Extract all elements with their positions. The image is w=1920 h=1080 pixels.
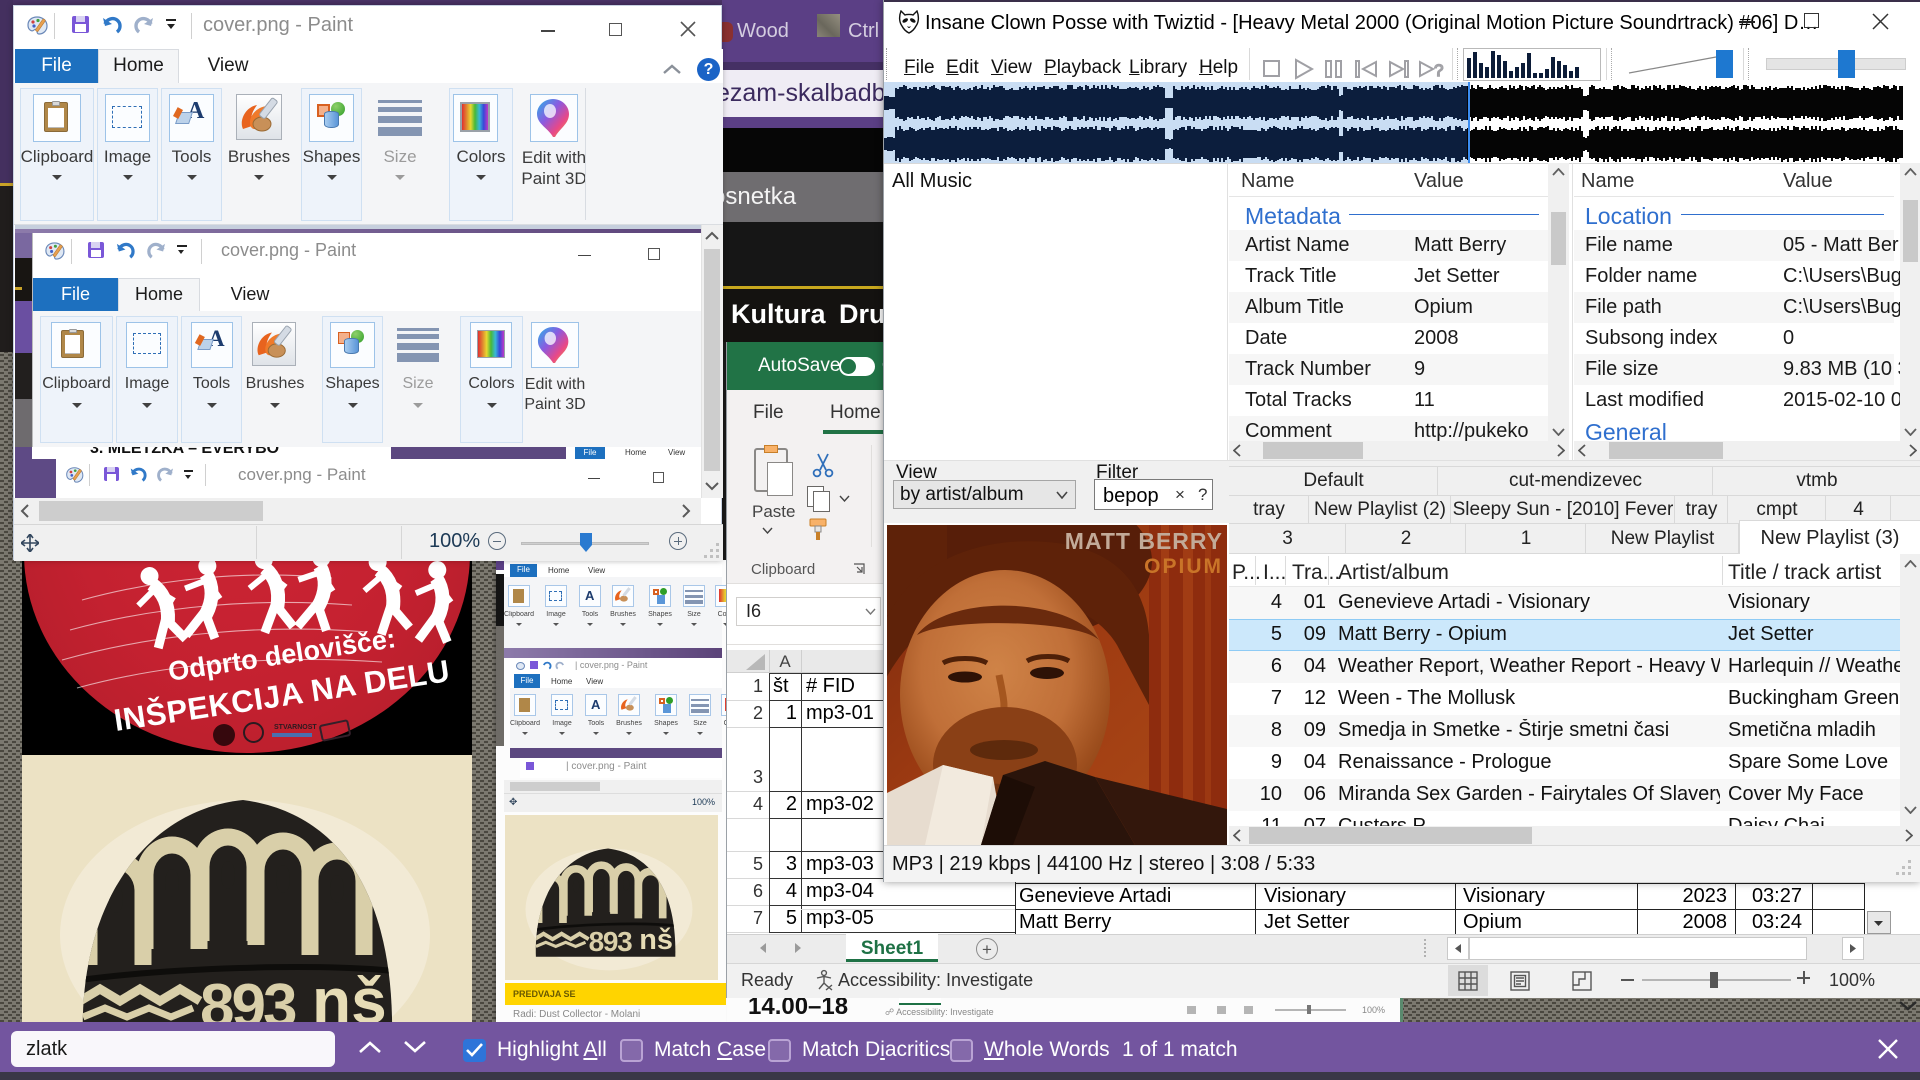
svg-text:893: 893 bbox=[200, 972, 296, 1022]
svg-text:MATT BERRY: MATT BERRY bbox=[1065, 528, 1223, 554]
svg-text:nš: nš bbox=[312, 965, 387, 1022]
svg-text:?: ? bbox=[1434, 61, 1443, 80]
svg-text:nš: nš bbox=[639, 924, 673, 956]
svg-text:893: 893 bbox=[589, 926, 632, 957]
svg-text:OPIUM: OPIUM bbox=[1144, 555, 1223, 578]
